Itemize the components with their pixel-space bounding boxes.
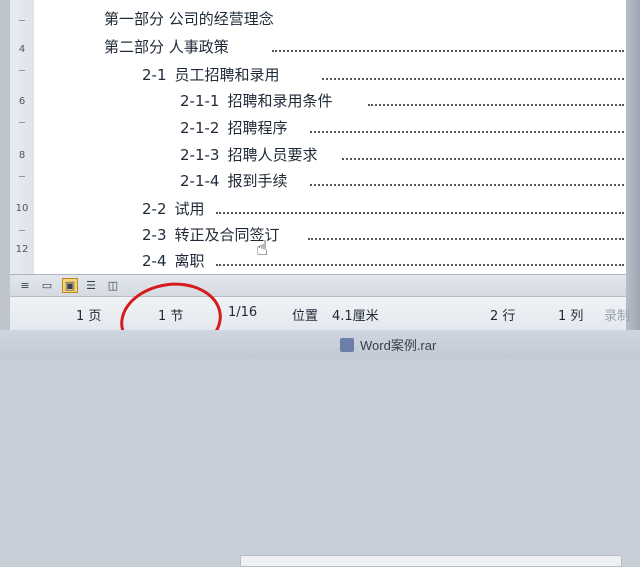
menu-lines-icon[interactable]: ≡ xyxy=(18,279,32,292)
ruler-tick xyxy=(19,230,25,231)
ruler-tick xyxy=(19,122,25,123)
toc-text: 招聘和录用条件 xyxy=(227,92,333,110)
ruler-mark: 4 xyxy=(18,44,26,55)
reading-view-icon[interactable]: ◫ xyxy=(106,279,120,292)
toc-number: 2-2 xyxy=(142,200,167,218)
toc-text: 试用 xyxy=(174,200,205,218)
toc-leader xyxy=(368,104,624,106)
toc-entry[interactable]: 第一部分 公司的经营理念 xyxy=(104,6,404,32)
ruler-mark: 10 xyxy=(15,203,29,214)
toc-leader xyxy=(216,212,624,214)
toc-text: 招聘程序 xyxy=(227,119,288,137)
ruler-tick xyxy=(19,70,25,71)
toc-entry[interactable]: 2-4 离职 xyxy=(142,248,624,274)
ruler-mark: 6 xyxy=(18,96,26,107)
toc-entry[interactable]: 2-2 试用 xyxy=(142,196,624,222)
toc-entry[interactable]: 2-1-1 招聘和录用条件 xyxy=(180,88,624,114)
toc-entry[interactable]: 2-1-2 招聘程序 xyxy=(180,115,624,141)
toc-number: 2-1-4 xyxy=(180,172,220,190)
left-bezel xyxy=(0,0,10,330)
status-page-of[interactable]: 1/16 xyxy=(228,305,257,320)
view-bar: ≡ ▭ ▣ ☰ ◫ xyxy=(10,274,626,567)
print-layout-view-icon[interactable]: ▣ xyxy=(62,278,78,293)
ruler-tick xyxy=(19,176,25,177)
status-mode[interactable]: 录制 xyxy=(604,305,630,324)
status-page[interactable]: 1 页 xyxy=(76,305,101,324)
ruler-mark: 8 xyxy=(18,150,26,161)
toc-leader xyxy=(308,238,624,240)
vertical-ruler: 4 6 8 10 12 xyxy=(10,0,35,274)
status-bar: 1 页 1 节 1/16 位置 4.1厘米 2 行 1 列 录制 xyxy=(10,296,630,331)
toc-number: 2-1-1 xyxy=(180,92,220,110)
toc-text: 第二部分 人事政策 xyxy=(104,38,229,56)
right-bezel xyxy=(626,0,640,330)
toc-entry[interactable]: 第二部分 人事政策 xyxy=(104,34,624,60)
toc-leader xyxy=(216,264,624,266)
status-position-value[interactable]: 4.1厘米 xyxy=(332,305,379,324)
status-position-label: 位置 xyxy=(292,309,319,324)
archive-icon xyxy=(340,338,354,352)
toc-leader xyxy=(272,50,624,52)
ruler-tick xyxy=(19,20,25,21)
toc-number: 2-4 xyxy=(142,252,167,270)
toc-number: 2-1-2 xyxy=(180,119,220,137)
toc-entry[interactable]: 2-1-4 报到手续 xyxy=(180,168,624,194)
hand-cursor-icon: ☝ xyxy=(256,236,269,260)
toc-leader xyxy=(322,78,624,80)
toc-entry[interactable]: 2-1 员工招聘和录用 xyxy=(142,62,624,88)
status-line[interactable]: 2 行 xyxy=(490,305,515,324)
toc-text: 离职 xyxy=(174,252,205,270)
toc-number: 2-3 xyxy=(142,226,167,244)
toc-text: 招聘人员要求 xyxy=(227,146,318,164)
toc-entry[interactable]: 2-3 转正及合同签订 xyxy=(142,222,624,248)
outline-view-icon[interactable]: ☰ xyxy=(84,279,98,292)
taskbar-item-label: Word案例.rar xyxy=(360,338,437,353)
taskbar-item[interactable]: Word案例.rar xyxy=(340,335,436,354)
ruler-mark: 12 xyxy=(15,244,29,255)
toc-number: 2-1 xyxy=(142,66,167,84)
normal-view-icon[interactable]: ▭ xyxy=(40,279,54,292)
status-column[interactable]: 1 列 xyxy=(558,305,583,324)
toc-entry[interactable]: 2-1-3 招聘人员要求 xyxy=(180,142,624,168)
toc-leader xyxy=(310,131,624,133)
document-page[interactable]: 第一部分 公司的经营理念 第二部分 人事政策 2-1 员工招聘和录用 2-1-1 招… xyxy=(34,0,626,274)
toc-leader xyxy=(310,184,624,186)
toc-text: 第一部分 公司的经营理念 xyxy=(104,10,274,28)
taskbar: Word案例.rar xyxy=(0,330,640,359)
toc-number: 2-1-3 xyxy=(180,146,220,164)
toc-text: 员工招聘和录用 xyxy=(174,66,280,84)
toc-text: 报到手续 xyxy=(227,172,288,190)
horizontal-scrollbar[interactable] xyxy=(240,555,622,567)
toc-leader xyxy=(342,158,624,160)
